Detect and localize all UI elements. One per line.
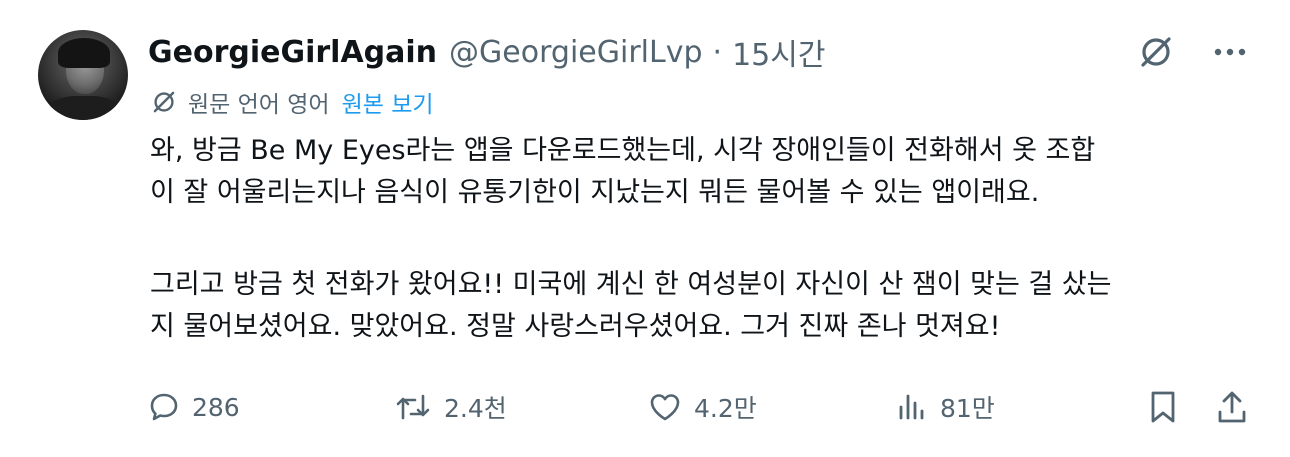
tweet: GeorgieGirlAgain @GeorgieGirlLvp · 15시간: [0, 0, 1290, 457]
bookmark-button[interactable]: [1148, 384, 1178, 430]
timestamp[interactable]: 15시간: [732, 30, 825, 74]
avatar-hair: [58, 38, 110, 68]
reply-icon: [148, 391, 180, 423]
display-name[interactable]: GeorgieGirlAgain: [148, 35, 437, 70]
like-count: 4.2만: [694, 394, 757, 423]
views-button[interactable]: 81만: [896, 384, 995, 430]
bookmark-icon: [1148, 390, 1178, 424]
tweet-header: GeorgieGirlAgain @GeorgieGirlLvp · 15시간: [148, 30, 825, 74]
repost-count: 2.4천: [444, 394, 507, 423]
translation-row: 원문 언어 영어 원본 보기: [150, 84, 434, 120]
like-icon: [648, 391, 682, 423]
reply-count: 286: [192, 392, 240, 422]
user-handle[interactable]: @GeorgieGirlLvp: [449, 35, 702, 70]
separator-dot: ·: [712, 34, 723, 70]
tweet-text: 와, 방금 Be My Eyes라는 앱을 다운로드했는데, 시각 장애인들이 …: [150, 130, 1260, 348]
translation-label: 원문 언어 영어: [188, 92, 330, 118]
translate-icon: [150, 88, 178, 116]
tweet-text-line: 그리고 방금 첫 전화가 왔어요!! 미국에 계신 한 여성분이 자신이 산 잼…: [150, 269, 1112, 300]
tweet-text-line: 이 잘 어울리는지나 음식이 유통기한이 지났는지 뭐든 물어볼 수 있는 앱이…: [150, 177, 1040, 208]
views-count: 81만: [940, 394, 995, 423]
top-actions: [1136, 30, 1246, 74]
share-button[interactable]: [1216, 384, 1248, 430]
tweet-text-line: 와, 방금 Be My Eyes라는 앱을 다운로드했는데, 시각 장애인들이 …: [150, 135, 1096, 166]
repost-button[interactable]: 2.4천: [394, 384, 507, 430]
reply-button[interactable]: 286: [148, 384, 240, 430]
views-icon: [896, 391, 928, 423]
grok-icon[interactable]: [1136, 32, 1176, 72]
more-icon[interactable]: [1214, 47, 1246, 57]
avatar[interactable]: [38, 30, 128, 120]
like-button[interactable]: 4.2만: [648, 384, 757, 430]
repost-icon: [394, 391, 432, 423]
tweet-text-line: 지 물어보셨어요. 맞았어요. 정말 사랑스러우셨어요. 그거 진짜 존나 멋져…: [150, 311, 1001, 342]
show-original-link[interactable]: 원본 보기: [342, 85, 434, 119]
share-icon: [1216, 390, 1248, 424]
action-bar: 286 2.4천 4.2만 81만: [148, 384, 1248, 430]
avatar-shoulders: [46, 96, 122, 120]
